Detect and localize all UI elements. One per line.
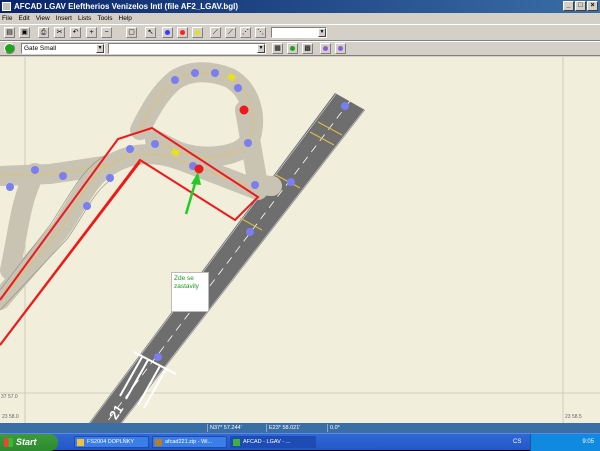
taxi-node: [244, 139, 252, 147]
hold-node: [239, 105, 249, 115]
title-bar[interactable]: AFCAD LGAV Eleftherios Venizelos Intl (f…: [0, 0, 600, 13]
taxi-node: [171, 76, 179, 84]
minimize-button[interactable]: _: [563, 1, 574, 11]
draw-vehicle-path-icon[interactable]: ⋱: [255, 27, 266, 38]
taskbar-item-folder[interactable]: FS2004 DOPLŇKY: [74, 436, 149, 448]
taxi-node: [106, 174, 114, 182]
taxi-node: [83, 202, 91, 210]
chevron-down-icon[interactable]: ▼: [257, 44, 265, 53]
show-parking-icon[interactable]: [335, 43, 346, 54]
menu-help[interactable]: Help: [119, 15, 132, 22]
start-button[interactable]: Start: [0, 434, 58, 451]
windows-taskbar: Start FS2004 DOPLŇKY afcad221.zip - Wi..…: [0, 433, 600, 451]
menu-file[interactable]: File: [2, 15, 12, 22]
start-label: Start: [16, 437, 37, 447]
taskbar-item-winzip[interactable]: afcad221.zip - Wi...: [152, 436, 227, 448]
parking-name-select[interactable]: ▼: [108, 43, 266, 54]
chevron-down-icon[interactable]: ▼: [318, 28, 326, 37]
show-paths-icon[interactable]: [320, 43, 331, 54]
taxi-node: [341, 102, 349, 110]
add-hold-node-icon[interactable]: [177, 27, 188, 38]
close-button[interactable]: ×: [587, 1, 598, 11]
window-title: AFCAD LGAV Eleftherios Venizelos Intl (f…: [14, 2, 239, 11]
node-toggle-icon[interactable]: [287, 43, 298, 54]
zoom-out-icon[interactable]: −: [101, 27, 112, 38]
taxi-node: [211, 69, 219, 77]
taskbar-item-label: FS2004 DOPLŇKY: [87, 439, 135, 445]
chevron-down-icon[interactable]: ▼: [96, 44, 104, 53]
menu-tools[interactable]: Tools: [97, 15, 112, 22]
clock[interactable]: 9:05: [582, 434, 594, 451]
draw-path-icon[interactable]: ⟋: [225, 27, 236, 38]
runway-edge: [89, 93, 337, 423]
taskbar-item-label: AFCAD - LGAV - ...: [243, 439, 291, 445]
menu-lists[interactable]: Lists: [78, 15, 91, 22]
status-heading: 0.0*: [327, 424, 367, 432]
select-pointer-icon[interactable]: ↖: [145, 27, 156, 38]
system-tray: 9:05: [530, 434, 600, 451]
afcad-app-icon: [233, 439, 240, 446]
longitude-label-right: 23 58.5: [565, 414, 582, 420]
archive-icon: [155, 439, 162, 446]
add-parking-icon[interactable]: [192, 27, 203, 38]
grid-icon[interactable]: ▩: [302, 43, 313, 54]
secondary-toolbar: Gate Small ▼ ▼ ▦ ▩: [0, 41, 600, 56]
main-toolbar: ▤ ▣ ⎙ ✂ ↶ + − ▢ ↖ ⟋ ⟋ ⋰ ⋱ ▼: [0, 24, 600, 41]
latitude-label: 37 57.0: [1, 394, 18, 400]
hold-node: [194, 164, 204, 174]
draw-runway-path-icon[interactable]: ⋰: [240, 27, 251, 38]
airport-diagram[interactable]: 21: [0, 57, 600, 423]
taxi-node: [191, 69, 199, 77]
taskbar-item-label: afcad221.zip - Wi...: [165, 439, 213, 445]
status-cell-message: [0, 424, 205, 432]
longitude-label-left: 23 58.0: [2, 414, 19, 420]
taxi-node: [151, 140, 159, 148]
menu-bar: File Edit View Insert Lists Tools Help: [0, 13, 600, 23]
add-node-icon[interactable]: [162, 27, 173, 38]
status-latitude: N37* 57.244': [207, 424, 265, 432]
annotation-line-2: zastavily: [174, 283, 199, 290]
afcad-window: AFCAD LGAV Eleftherios Venizelos Intl (f…: [0, 0, 600, 451]
parking-type-value: Gate Small: [24, 45, 57, 52]
zoom-in-icon[interactable]: +: [86, 27, 97, 38]
taxi-node: [154, 353, 162, 361]
taxi-node: [6, 183, 14, 191]
save-icon[interactable]: ▣: [19, 27, 30, 38]
annotation-note: Zde se zastavily: [171, 272, 209, 312]
parking-type-select[interactable]: Gate Small ▼: [21, 43, 105, 54]
taskbar-item-afcad[interactable]: AFCAD - LGAV - ...: [230, 436, 316, 448]
draw-taxiway-icon[interactable]: ⟋: [210, 27, 221, 38]
menu-view[interactable]: View: [36, 15, 50, 22]
taxi-node: [287, 178, 295, 186]
active-indicator-icon[interactable]: [4, 43, 15, 54]
folder-icon: [77, 439, 84, 446]
maximize-button[interactable]: □: [575, 1, 586, 11]
runway[interactable]: [89, 93, 365, 423]
taxi-node: [234, 84, 242, 92]
taxi-node: [126, 145, 134, 153]
menu-edit[interactable]: Edit: [18, 15, 29, 22]
apron-icon[interactable]: ▦: [272, 43, 283, 54]
toolbar1-combo[interactable]: ▼: [271, 27, 327, 38]
language-indicator[interactable]: CS: [513, 434, 521, 451]
app-icon: [2, 2, 11, 11]
cut-icon[interactable]: ✂: [54, 27, 65, 38]
taxi-node: [31, 166, 39, 174]
menu-insert[interactable]: Insert: [56, 15, 72, 22]
taxi-node: [59, 172, 67, 180]
open-file-icon[interactable]: ▤: [4, 27, 15, 38]
taxi-node: [246, 228, 254, 236]
lock-icon[interactable]: ▢: [126, 27, 137, 38]
status-bar: N37* 57.244' E23* 58.021' 0.0*: [0, 423, 600, 433]
annotation-line-1: Zde se: [174, 275, 194, 282]
taxi-node: [251, 181, 259, 189]
undo-icon[interactable]: ↶: [70, 27, 81, 38]
status-longitude: E23* 58.021': [266, 424, 326, 432]
print-icon[interactable]: ⎙: [38, 27, 49, 38]
map-canvas[interactable]: 21 37 57.0 23 58.0 23 58.5 Zde se zastav…: [0, 57, 600, 423]
windows-logo-icon: [4, 438, 13, 447]
